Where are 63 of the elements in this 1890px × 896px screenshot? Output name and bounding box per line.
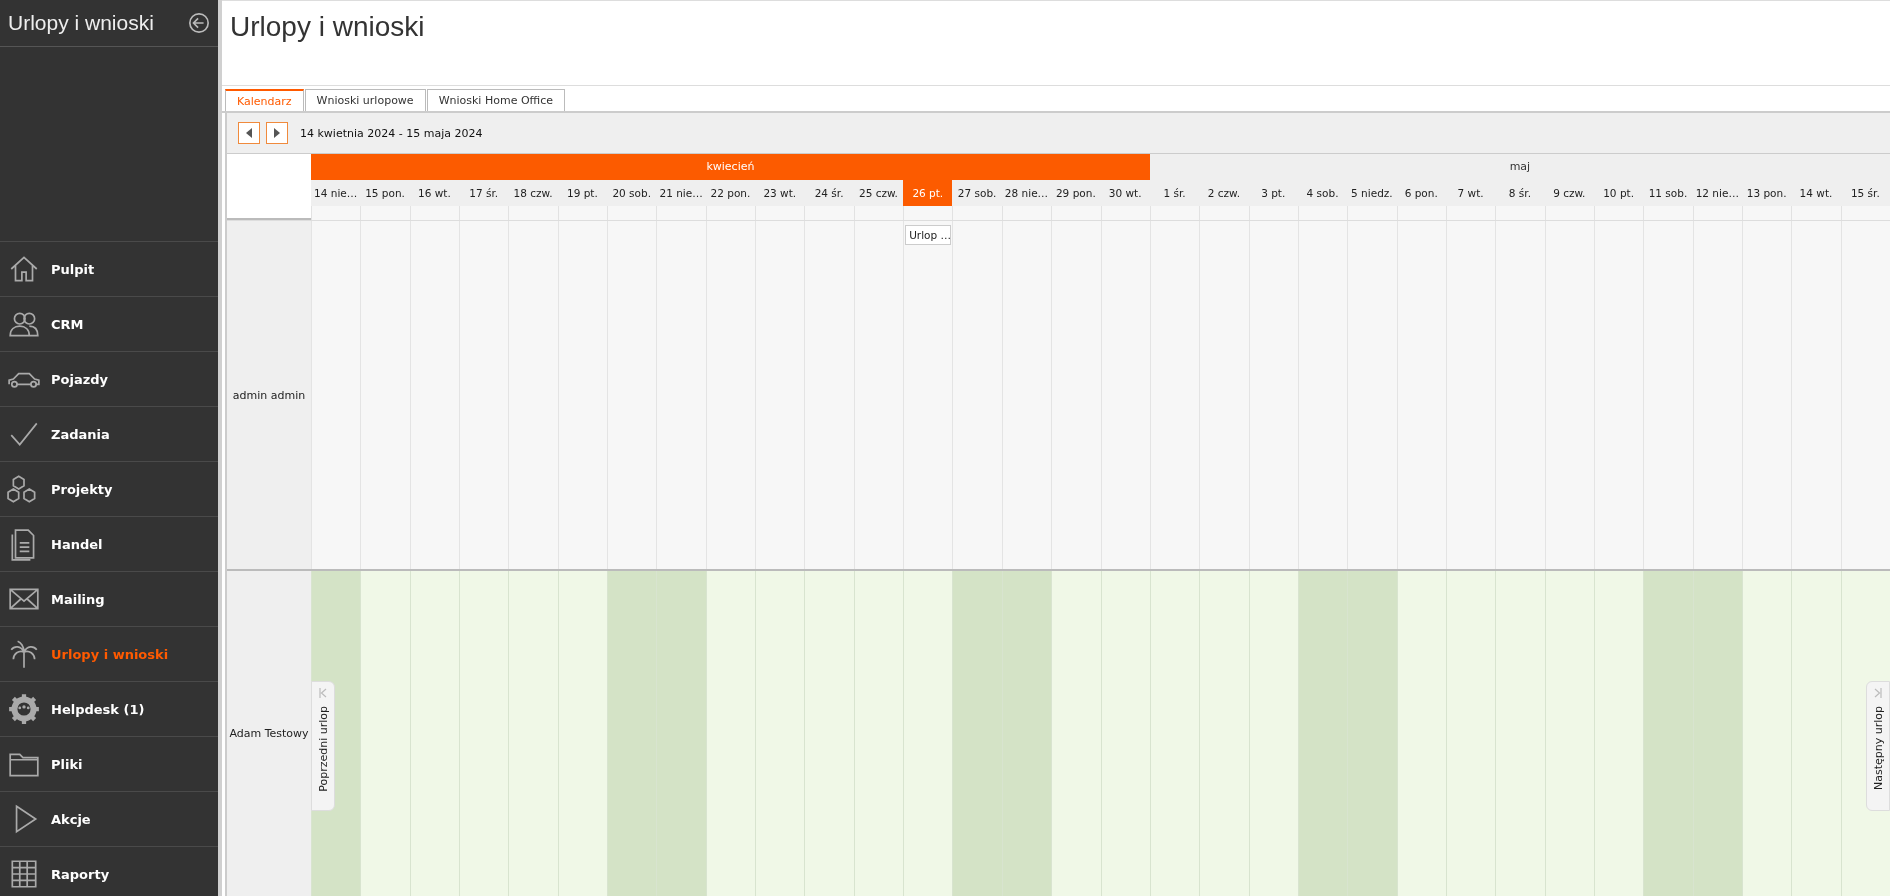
day-header: 14 nie… <box>311 180 361 206</box>
tab[interactable]: Wnioski Home Office <box>426 89 565 111</box>
day-header: 5 niedz. <box>1347 180 1397 206</box>
day-header: 13 pon. <box>1741 180 1792 206</box>
sidebar-item[interactable]: Mailing <box>0 571 218 626</box>
day-header: 30 wt. <box>1100 180 1150 206</box>
day-header: 21 nie… <box>656 180 706 206</box>
skip-back-icon <box>319 688 327 698</box>
day-header: 9 czw. <box>1544 180 1594 206</box>
previous-leave-button[interactable]: Poprzedni urlop <box>311 681 335 811</box>
day-header: 15 śr. <box>1840 180 1890 206</box>
leave-event[interactable]: Urlop … <box>905 225 952 245</box>
day-header: 22 pon. <box>705 180 756 206</box>
sidebar-item[interactable]: Handel <box>0 516 218 571</box>
day-header: 24 śr. <box>804 180 854 206</box>
day-header: 10 pt. <box>1593 180 1644 206</box>
day-header: 25 czw. <box>853 180 904 206</box>
day-header: 18 czw. <box>508 180 558 206</box>
day-header: 20 sob. <box>607 180 657 206</box>
sidebar-item[interactable]: Urlopy i wnioski <box>0 626 218 681</box>
skip-forward-icon <box>1874 688 1882 698</box>
sidebar-item[interactable]: Pojazdy <box>0 351 218 406</box>
day-header: 28 nie… <box>1001 180 1052 206</box>
month-header: maj <box>1149 154 1890 180</box>
sidebar-item[interactable]: Pulpit <box>0 241 218 296</box>
day-header: 2 czw. <box>1199 180 1249 206</box>
left-triangle-icon <box>245 128 253 138</box>
day-header: 8 śr. <box>1495 180 1545 206</box>
next-button[interactable] <box>266 122 288 144</box>
employee-name: admin admin <box>232 388 306 402</box>
day-header: 26 pt. <box>903 180 953 206</box>
page-title: Urlopy i wnioski <box>230 11 426 43</box>
day-header: 14 wt. <box>1791 180 1841 206</box>
sidebar-item[interactable]: Pliki <box>0 736 218 791</box>
date-range: 14 kwietnia 2024 - 15 maja 2024 <box>300 126 483 140</box>
day-header: 15 pon. <box>360 180 410 206</box>
month-header: kwiecień <box>311 154 1150 180</box>
previous-button[interactable] <box>238 122 260 144</box>
day-header: 4 sob. <box>1297 180 1348 206</box>
right-triangle-icon <box>273 128 281 138</box>
next-leave-button[interactable]: Następny urlop <box>1866 681 1890 811</box>
sidebar-item[interactable]: CRM <box>0 296 218 351</box>
tab[interactable]: Wnioski urlopowe <box>304 89 426 111</box>
sidebar-item[interactable]: Projekty <box>0 461 218 516</box>
day-header: 29 pon. <box>1051 180 1101 206</box>
day-header: 6 pon. <box>1396 180 1446 206</box>
day-header: 1 śr. <box>1149 180 1200 206</box>
day-header: 19 pt. <box>557 180 608 206</box>
day-header: 12 nie… <box>1692 180 1742 206</box>
sidebar-item[interactable]: Zadania <box>0 406 218 461</box>
sidebar-title: Urlopy i wnioski <box>8 11 154 35</box>
sidebar-item[interactable]: Raporty <box>0 846 218 896</box>
day-header: 11 sob. <box>1643 180 1693 206</box>
day-header: 3 pt. <box>1248 180 1298 206</box>
sidebar-item[interactable]: Helpdesk (1) <box>0 681 218 736</box>
sidebar-item[interactable]: Akcje <box>0 791 218 846</box>
day-header: 17 śr. <box>459 180 509 206</box>
employee-name: Adam Testowy <box>229 727 309 740</box>
day-header: 23 wt. <box>755 180 805 206</box>
day-header: 27 sob. <box>952 180 1002 206</box>
day-header: 16 wt. <box>409 180 460 206</box>
gear-icon <box>7 692 41 726</box>
day-header: 7 wt. <box>1445 180 1496 206</box>
